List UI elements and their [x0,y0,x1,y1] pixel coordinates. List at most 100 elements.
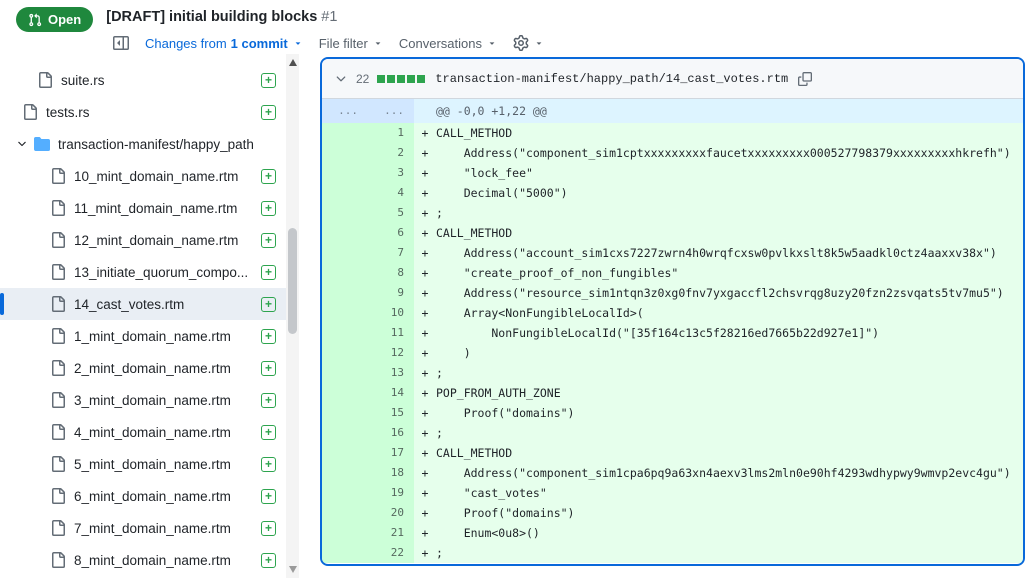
changed-lines-count: 22 [356,71,370,86]
scrollbar-thumb[interactable] [288,228,297,334]
new-line-number[interactable]: 2 [368,143,414,163]
new-line-number[interactable]: 13 [368,363,414,383]
old-line-number[interactable] [322,243,368,263]
file-icon [52,360,65,376]
old-line-number[interactable] [322,223,368,243]
diff-sign [414,99,436,123]
copy-file-path-button[interactable] [798,71,813,86]
new-line-number[interactable]: ... [368,99,414,123]
old-line-number[interactable] [322,123,368,143]
tree-item-label: 11_mint_domain_name.rtm [74,200,238,216]
new-line-number[interactable]: 22 [368,543,414,563]
diff-code: POP_FROM_AUTH_ZONE [436,383,1023,403]
tree-file-row[interactable]: 14_cast_votes.rtm + [0,288,286,320]
new-line-number[interactable]: 3 [368,163,414,183]
diff-sign: + [414,483,436,503]
pr-state-badge: Open [16,7,94,32]
diff-line-row: 15 + Proof("domains") [322,403,1023,423]
diff-added-icon: + [261,264,276,280]
scrollbar-up-arrow[interactable] [286,54,299,71]
old-line-number[interactable] [322,203,368,223]
collapse-diff-button[interactable] [334,72,348,86]
file-icon [52,264,65,280]
old-line-number[interactable] [322,523,368,543]
old-line-number[interactable] [322,283,368,303]
tree-file-row[interactable]: 8_mint_domain_name.rtm + [0,544,286,576]
diff-code: Proof("domains") [436,403,1023,423]
old-line-number[interactable] [322,363,368,383]
tree-file-row[interactable]: 13_initiate_quorum_compo... + [0,256,286,288]
new-line-number[interactable]: 4 [368,183,414,203]
old-line-number[interactable] [322,143,368,163]
tree-file-row[interactable]: 2_mint_domain_name.rtm + [0,352,286,384]
file-filter-dropdown[interactable]: File filter [319,36,383,51]
old-line-number[interactable]: ... [322,99,368,123]
new-line-number[interactable]: 7 [368,243,414,263]
tree-file-row[interactable]: 11_mint_domain_name.rtm + [0,192,286,224]
conversations-dropdown[interactable]: Conversations [399,36,497,51]
tree-file-row[interactable]: 1_mint_domain_name.rtm + [0,320,286,352]
diff-code: CALL_METHOD [436,443,1023,463]
old-line-number[interactable] [322,263,368,283]
old-line-number[interactable] [322,463,368,483]
diff-sign: + [414,223,436,243]
new-line-number[interactable]: 19 [368,483,414,503]
diff-code: ; [436,543,1023,563]
diff-sign: + [414,203,436,223]
new-line-number[interactable]: 6 [368,223,414,243]
new-line-number[interactable]: 10 [368,303,414,323]
tree-item-label: 5_mint_domain_name.rtm [74,456,231,472]
diff-settings-button[interactable] [513,35,544,51]
tree-file-row[interactable]: 12_mint_domain_name.rtm + [0,224,286,256]
new-line-number[interactable]: 15 [368,403,414,423]
diff-added-icon: + [261,296,276,312]
tree-file-row[interactable]: tests.rs + [0,96,286,128]
diff-file-path[interactable]: transaction-manifest/happy_path/14_cast_… [435,72,788,86]
new-line-number[interactable]: 12 [368,343,414,363]
diff-sign: + [414,343,436,363]
old-line-number[interactable] [322,543,368,563]
git-pull-request-icon [29,13,42,26]
old-line-number[interactable] [322,183,368,203]
new-line-number[interactable]: 11 [368,323,414,343]
new-line-number[interactable]: 17 [368,443,414,463]
new-line-number[interactable]: 9 [368,283,414,303]
tree-file-row[interactable]: 3_mint_domain_name.rtm + [0,384,286,416]
old-line-number[interactable] [322,503,368,523]
old-line-number[interactable] [322,303,368,323]
old-line-number[interactable] [322,343,368,363]
tree-file-row[interactable]: suite.rs + [0,64,286,96]
new-line-number[interactable]: 20 [368,503,414,523]
tree-file-row[interactable]: 7_mint_domain_name.rtm + [0,512,286,544]
tree-folder-row[interactable]: transaction-manifest/happy_path [0,128,286,160]
tree-file-row[interactable]: 4_mint_domain_name.rtm + [0,416,286,448]
old-line-number[interactable] [322,323,368,343]
tree-file-row[interactable]: 5_mint_domain_name.rtm + [0,448,286,480]
old-line-number[interactable] [322,423,368,443]
new-line-number[interactable]: 16 [368,423,414,443]
toggle-file-tree-button[interactable] [113,35,129,51]
old-line-number[interactable] [322,483,368,503]
diff-line-row: 16 +; [322,423,1023,443]
file-icon [52,168,65,184]
diff-sign: + [414,503,436,523]
new-line-number[interactable]: 5 [368,203,414,223]
tree-file-row[interactable]: 6_mint_domain_name.rtm + [0,480,286,512]
diff-line-row: 22 +; [322,543,1023,563]
new-line-number[interactable]: 1 [368,123,414,143]
old-line-number[interactable] [322,443,368,463]
tree-file-row[interactable]: 10_mint_domain_name.rtm + [0,160,286,192]
scrollbar-down-arrow[interactable] [286,561,299,578]
file-tree-scrollbar[interactable] [286,54,299,578]
changes-from-dropdown[interactable]: Changes from 1 commit [145,36,303,51]
old-line-number[interactable] [322,163,368,183]
new-line-number[interactable]: 14 [368,383,414,403]
new-line-number[interactable]: 8 [368,263,414,283]
old-line-number[interactable] [322,383,368,403]
new-line-number[interactable]: 21 [368,523,414,543]
file-icon [52,520,65,536]
triangle-down-icon [375,42,381,45]
old-line-number[interactable] [322,403,368,423]
new-line-number[interactable]: 18 [368,463,414,483]
chevron-down-icon [336,75,346,81]
